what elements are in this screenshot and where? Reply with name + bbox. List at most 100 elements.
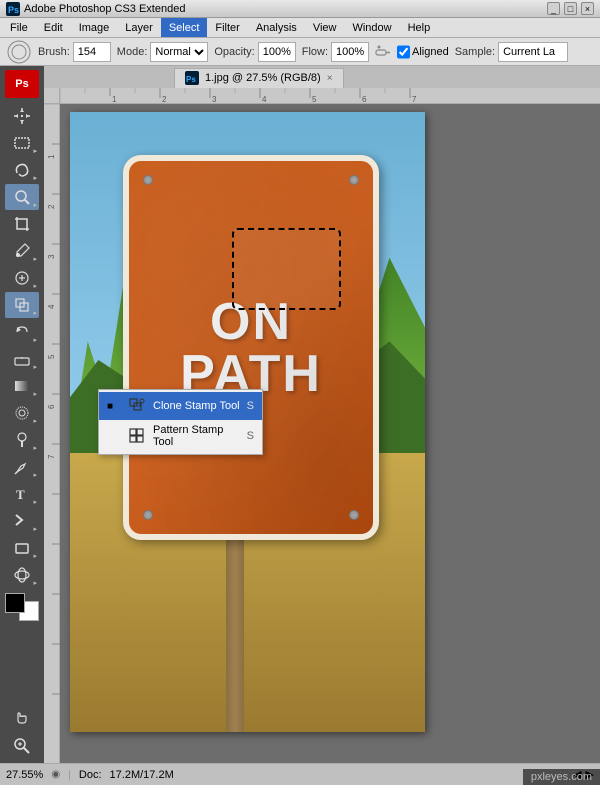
3d-rotate-tool[interactable]: ▸ [5,562,39,588]
move-tool[interactable] [5,103,39,129]
svg-text:3: 3 [47,254,56,259]
svg-text:4: 4 [262,95,267,104]
context-item-pattern-stamp[interactable]: ■ Pattern Stamp Tool S [99,420,262,452]
brush-size[interactable]: 154 [73,42,111,62]
clone-stamp-tool[interactable]: ▸ [5,292,39,318]
close-button[interactable]: × [581,2,594,15]
menu-image[interactable]: Image [71,18,118,37]
context-check: ■ [107,401,121,412]
aligned-checkbox[interactable] [397,42,410,62]
ruler-corner [44,88,60,104]
doc-tab-close[interactable]: × [327,73,333,84]
menu-layer[interactable]: Layer [117,18,161,37]
dodge-tool[interactable]: ▸ [5,427,39,453]
context-no-check: ■ [107,431,121,442]
flow-group: Flow: 100% [302,42,369,62]
context-menu: ■ Clone Stamp Tool S [98,389,263,455]
workspace: Ps ▸ ▸ ▸ ▸ ▸ ▸ [0,66,600,763]
sample-group: Sample: Current La [455,42,568,62]
menu-filter[interactable]: Filter [207,18,247,37]
menu-bar: File Edit Image Layer Select Filter Anal… [0,18,600,38]
menu-file[interactable]: File [2,18,36,37]
sign-post [226,515,244,732]
opacity-value[interactable]: 100% [258,42,296,62]
svg-text:Ps: Ps [8,5,19,15]
zoom-tool[interactable] [5,733,39,759]
zoom-value: 27.55% [6,769,43,781]
mode-group: Mode: Normal [117,42,209,62]
pattern-stamp-label: Pattern Stamp Tool [153,424,241,448]
doc-tab-icon: Ps [185,71,199,85]
gradient-tool[interactable]: ▸ [5,373,39,399]
minimize-button[interactable]: _ [547,2,560,15]
status-separator: | [68,769,71,781]
color-swatches[interactable] [5,593,39,621]
blur-tool[interactable]: ▸ [5,400,39,426]
marquee-tool[interactable]: ▸ ▸ [5,130,39,156]
healing-brush-tool[interactable]: ▸ [5,265,39,291]
mode-select[interactable]: Normal [150,42,208,62]
svg-text:1: 1 [112,95,117,104]
context-item-clone-stamp[interactable]: ■ Clone Stamp Tool S [99,392,262,420]
canvas-viewport[interactable]: ON PATH ■ [60,104,600,763]
flow-value[interactable]: 100% [331,42,369,62]
canvas-area: Ps 1.jpg @ 27.5% (RGB/8) × 1 [44,66,600,763]
ruler-canvas-row: 1 2 3 4 5 6 7 [44,104,600,763]
quick-select-tool[interactable]: ▸ [5,184,39,210]
airbrush-icon [375,44,391,60]
ruler-horizontal: 1 2 3 4 5 6 7 [60,88,600,104]
pen-tool[interactable]: ▸ [5,454,39,480]
shape-tool[interactable]: ▸ [5,535,39,561]
sample-label: Sample: [455,46,495,58]
svg-text:4: 4 [47,304,56,309]
svg-text:7: 7 [412,95,417,104]
eyedropper-tool[interactable]: ▸ [5,238,39,264]
extra-tools [5,705,39,759]
road-sign: ON PATH [123,155,379,539]
menu-edit[interactable]: Edit [36,18,71,37]
ruler-top-row: 1 2 3 4 5 6 7 [44,88,600,104]
maximize-button[interactable]: □ [564,2,577,15]
pattern-stamp-icon [127,426,147,446]
svg-text:6: 6 [47,404,56,409]
tool-options-icon[interactable] [6,39,32,65]
clone-stamp-icon [127,396,147,416]
hand-tool[interactable] [5,705,39,731]
menu-help[interactable]: Help [400,18,439,37]
svg-text:2: 2 [47,204,56,209]
history-brush-tool[interactable]: ▸ [5,319,39,345]
zoom-display[interactable]: 27.55% [6,769,43,781]
svg-text:Ps: Ps [186,75,196,84]
lasso-tool[interactable]: ▸ ▸ [5,157,39,183]
sign-weathering [129,161,373,533]
svg-text:2: 2 [162,95,167,104]
clone-stamp-shortcut: S [247,400,254,412]
opacity-label: Opacity: [214,46,254,58]
brush-group: Brush: 154 [38,42,111,62]
sample-value[interactable]: Current La [498,42,568,62]
menu-window[interactable]: Window [344,18,399,37]
doc-tabs: Ps 1.jpg @ 27.5% (RGB/8) × [44,66,600,88]
title-text: Adobe Photoshop CS3 Extended [24,3,185,15]
options-bar: Brush: 154 Mode: Normal Opacity: 100% Fl… [0,38,600,66]
svg-text:T: T [16,487,25,502]
path-select-tool[interactable]: ▸ [5,508,39,534]
doc-label: Doc: [79,769,102,781]
svg-text:5: 5 [312,95,317,104]
window-controls[interactable]: _ □ × [547,2,594,15]
svg-text:7: 7 [47,454,56,459]
status-icon[interactable]: ◉ [51,769,60,780]
status-bar: 27.55% ◉ | Doc: 17.2M/17.2M ◀ ▶ [0,763,600,785]
foreground-color-swatch[interactable] [5,593,25,613]
menu-analysis[interactable]: Analysis [248,18,305,37]
menu-view[interactable]: View [305,18,345,37]
app-icon: Ps [6,2,20,16]
doc-tab-active[interactable]: Ps 1.jpg @ 27.5% (RGB/8) × [174,68,344,88]
menu-select[interactable]: Select [161,18,208,37]
watermark: pxleyes.com [523,769,600,785]
ruler-vertical: 1 2 3 4 5 6 7 [44,104,60,763]
svg-text:1: 1 [47,154,56,159]
eraser-tool[interactable]: ▸ [5,346,39,372]
type-tool[interactable]: T ▸ [5,481,39,507]
crop-tool[interactable] [5,211,39,237]
